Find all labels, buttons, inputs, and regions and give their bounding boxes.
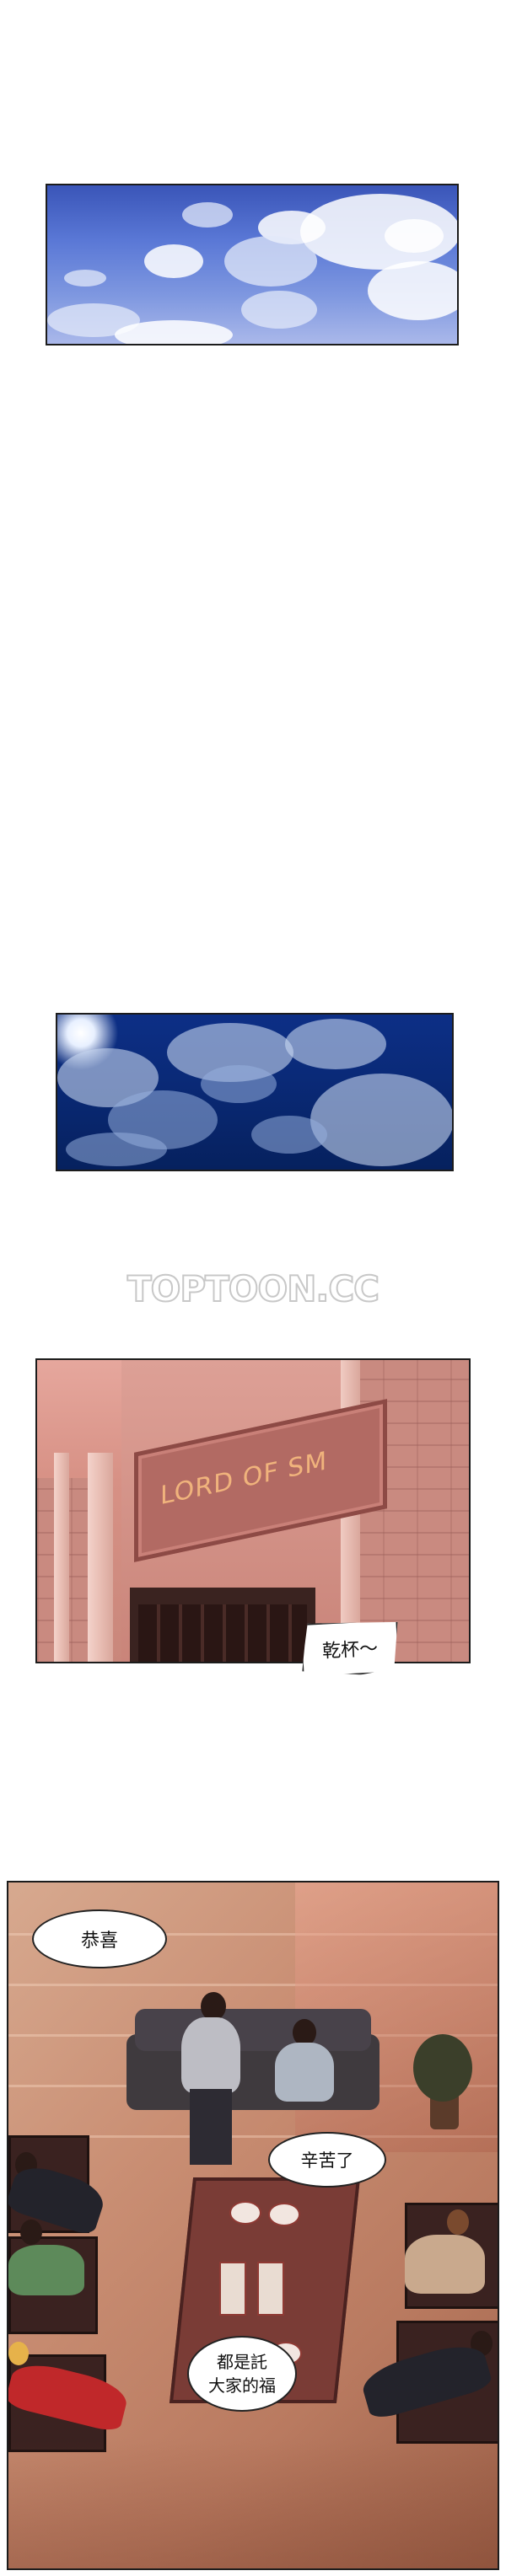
person-legs bbox=[190, 2089, 232, 2165]
cloud bbox=[64, 270, 106, 287]
food-platter bbox=[219, 2262, 246, 2316]
bubble-text: 乾杯～ bbox=[321, 1638, 379, 1663]
person-head bbox=[447, 2209, 469, 2235]
cloud bbox=[144, 244, 203, 278]
cloud bbox=[224, 236, 317, 287]
person-seated bbox=[275, 2043, 334, 2102]
cloud bbox=[251, 1116, 327, 1154]
pillar bbox=[88, 1453, 113, 1662]
person-green bbox=[8, 2245, 84, 2295]
speech-bubble-cheers: 乾杯～ bbox=[299, 1619, 400, 1678]
cloud bbox=[115, 320, 233, 344]
person-seated-right bbox=[405, 2235, 485, 2294]
person-standing bbox=[181, 2017, 240, 2093]
cloud bbox=[201, 1065, 277, 1103]
floor-shadow bbox=[8, 2439, 498, 2568]
speech-bubble-thanks: 都是託 大家的福 bbox=[187, 2336, 297, 2412]
dish bbox=[229, 2201, 261, 2225]
dish bbox=[268, 2203, 300, 2226]
person-head bbox=[8, 2342, 29, 2365]
food-platter bbox=[257, 2262, 284, 2316]
person-head bbox=[20, 2220, 42, 2245]
sofa-back bbox=[135, 2009, 371, 2051]
sky-panel-day bbox=[46, 184, 459, 345]
cloud bbox=[368, 261, 457, 320]
sky-panel-night bbox=[56, 1013, 454, 1171]
speech-bubble-congrats: 恭喜 bbox=[32, 1909, 167, 1968]
cloud bbox=[241, 291, 317, 329]
bubble-text-line2: 大家的福 bbox=[208, 2375, 276, 2396]
cloud bbox=[385, 219, 444, 253]
cloud bbox=[182, 202, 233, 228]
bubble-text-line1: 都是託 bbox=[217, 2352, 267, 2372]
sign-text: LORD OF SM bbox=[160, 1446, 328, 1512]
watermark: TOPTOON.CC bbox=[126, 1267, 380, 1310]
cloud bbox=[310, 1074, 452, 1166]
bubble-text: 辛苦了 bbox=[300, 2150, 354, 2171]
cloud bbox=[285, 1019, 386, 1069]
living-room-panel bbox=[7, 1881, 499, 2570]
pillar bbox=[54, 1453, 69, 1662]
speech-bubble-good-work: 辛苦了 bbox=[268, 2132, 386, 2188]
plant-leaves bbox=[413, 2034, 472, 2102]
window-shutter bbox=[138, 1604, 307, 1662]
cloud bbox=[66, 1133, 167, 1166]
bubble-text: 恭喜 bbox=[80, 1931, 118, 1952]
person-head bbox=[201, 1992, 226, 2021]
building-panel: LORD OF SM bbox=[35, 1358, 471, 1663]
